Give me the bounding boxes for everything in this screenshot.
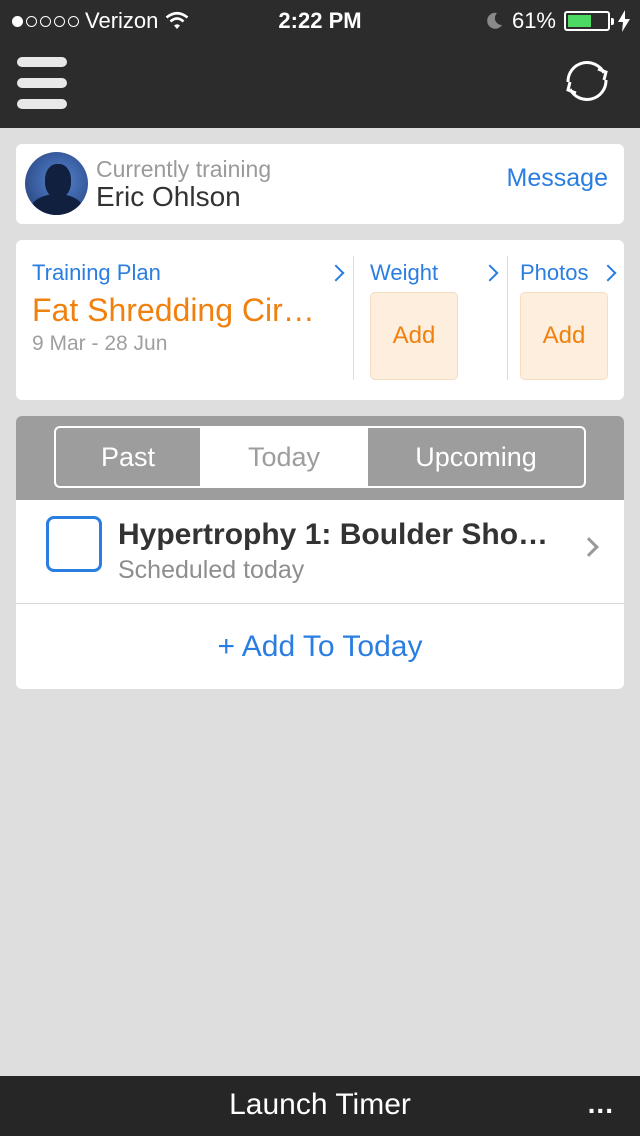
tab-today[interactable]: Today: [202, 428, 366, 486]
battery-fill: [568, 15, 592, 27]
schedule-tabs-bar: Past Today Upcoming: [16, 416, 624, 500]
training-plan-chevron-icon: [327, 264, 345, 282]
charging-bolt-icon: [618, 10, 630, 32]
plan-card: Training Plan Fat Shredding Cir… 9 Mar -…: [16, 240, 624, 400]
workout-subtitle: Scheduled today: [118, 556, 305, 584]
segmented-control: Past Today Upcoming: [54, 426, 586, 488]
divider: [507, 256, 508, 380]
training-plan-label: Training Plan: [32, 260, 161, 285]
weight-label: Weight: [370, 260, 439, 285]
message-button[interactable]: Message: [507, 164, 608, 193]
status-right: 61%: [484, 8, 630, 34]
divider: [353, 256, 354, 380]
sync-icon[interactable]: [560, 58, 614, 104]
weight-chevron-icon: [481, 264, 499, 282]
bottom-bar: Launch Timer ...: [0, 1076, 640, 1136]
plan-title: Fat Shredding Cir…: [32, 292, 315, 328]
trainer-card: Currently training Eric Ohlson Message: [16, 144, 624, 224]
status-bar: Verizon 2:22 PM 61%: [0, 0, 640, 40]
workout-checkbox[interactable]: [46, 516, 102, 572]
list-item[interactable]: Hypertrophy 1: Boulder Sho… Scheduled to…: [16, 500, 624, 604]
more-options-button[interactable]: ...: [588, 1088, 614, 1120]
hamburger-menu-icon[interactable]: [17, 57, 67, 109]
add-weight-button[interactable]: Add: [370, 292, 458, 380]
launch-timer-button[interactable]: Launch Timer: [0, 1088, 640, 1122]
trainer-subtitle: Currently training: [96, 156, 272, 182]
trainer-name: Eric Ohlson: [96, 181, 241, 212]
avatar: [25, 152, 88, 215]
workout-list: Hypertrophy 1: Boulder Sho… Scheduled to…: [16, 500, 624, 689]
top-bar: Verizon 2:22 PM 61%: [0, 0, 640, 128]
plan-dates: 9 Mar - 28 Jun: [32, 332, 168, 355]
chevron-right-icon: [579, 537, 599, 557]
battery-percent: 61%: [511, 8, 556, 33]
workout-title: Hypertrophy 1: Boulder Sho…: [118, 518, 549, 551]
add-to-today-button[interactable]: + Add To Today: [16, 604, 624, 689]
battery-icon: [564, 11, 614, 31]
photos-label: Photos: [520, 260, 589, 285]
add-photos-button[interactable]: Add: [520, 292, 608, 380]
moon-icon: [487, 12, 502, 29]
tab-upcoming[interactable]: Upcoming: [366, 428, 584, 486]
tab-past[interactable]: Past: [56, 428, 202, 486]
photos-chevron-icon: [599, 264, 617, 282]
